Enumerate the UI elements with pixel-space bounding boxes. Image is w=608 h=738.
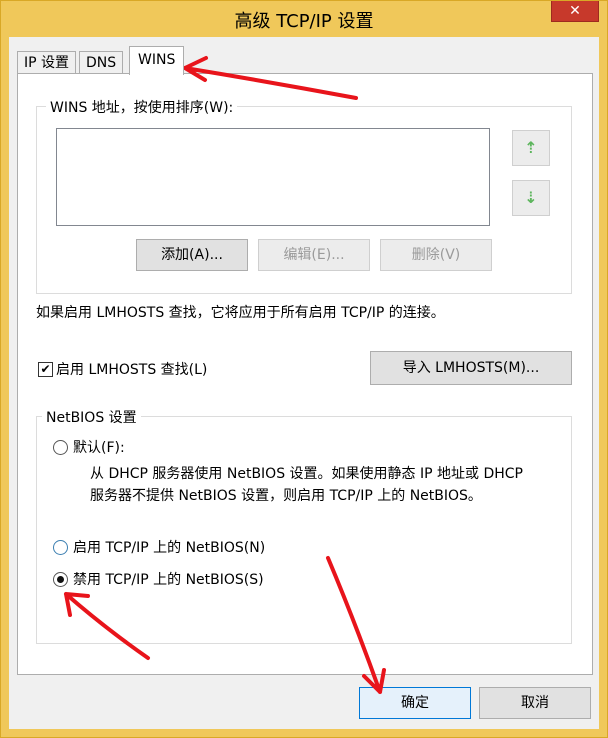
- dialog-client-area: IP 设置 DNS WINS WINS 地址，按使用排序(W): ⇡ ⇣ 添加(…: [9, 37, 599, 729]
- close-icon: ✕: [569, 3, 581, 19]
- ok-button[interactable]: 确定: [359, 687, 471, 719]
- arrow-up-icon: ⇡: [524, 138, 538, 157]
- netbios-default-radio[interactable]: [53, 440, 68, 455]
- lmhosts-checkbox-label[interactable]: 启用 LMHOSTS 查找(L): [56, 359, 207, 379]
- check-icon: ✔: [40, 362, 51, 376]
- netbios-default-description: 从 DHCP 服务器使用 NetBIOS 设置。如果使用静态 IP 地址或 DH…: [90, 466, 523, 482]
- wins-group-label: WINS 地址，按使用排序(W):: [46, 97, 238, 117]
- netbios-disable-label[interactable]: 禁用 TCP/IP 上的 NetBIOS(S): [73, 569, 264, 589]
- tab-wins[interactable]: WINS: [129, 46, 185, 75]
- cancel-button[interactable]: 取消: [479, 687, 591, 719]
- lmhosts-info-text: 如果启用 LMHOSTS 查找，它将应用于所有启用 TCP/IP 的连接。: [36, 305, 445, 321]
- tab-label: WINS: [138, 52, 176, 68]
- wins-address-list[interactable]: [56, 128, 490, 226]
- close-button[interactable]: ✕: [551, 1, 599, 22]
- tab-ip-settings[interactable]: IP 设置: [17, 51, 77, 74]
- netbios-default-label[interactable]: 默认(F):: [73, 437, 125, 457]
- netbios-enable-label[interactable]: 启用 TCP/IP 上的 NetBIOS(N): [73, 537, 265, 557]
- netbios-group-label: NetBIOS 设置: [42, 407, 141, 427]
- netbios-disable-radio[interactable]: [53, 572, 68, 587]
- tab-label: IP 设置: [24, 55, 70, 71]
- wins-tab-panel: WINS 地址，按使用排序(W): ⇡ ⇣ 添加(A)... 编辑(E)... …: [17, 73, 593, 675]
- move-down-button[interactable]: ⇣: [512, 180, 550, 216]
- edit-wins-button[interactable]: 编辑(E)...: [258, 239, 370, 271]
- tab-label: DNS: [86, 55, 117, 71]
- lmhosts-checkbox[interactable]: ✔: [38, 362, 53, 377]
- remove-wins-button[interactable]: 删除(V): [380, 239, 492, 271]
- dialog-window: 高级 TCP/IP 设置 ✕ IP 设置 DNS WINS WINS 地址，按使…: [0, 0, 608, 738]
- title-bar[interactable]: 高级 TCP/IP 设置 ✕: [1, 1, 607, 37]
- window-title: 高级 TCP/IP 设置: [234, 11, 374, 32]
- arrow-down-icon: ⇣: [524, 188, 538, 207]
- add-wins-button[interactable]: 添加(A)...: [136, 239, 248, 271]
- tab-dns[interactable]: DNS: [79, 51, 124, 74]
- netbios-enable-radio[interactable]: [53, 540, 68, 555]
- netbios-default-description-2: 服务器不提供 NetBIOS 设置，则启用 TCP/IP 上的 NetBIOS。: [90, 488, 482, 504]
- move-up-button[interactable]: ⇡: [512, 130, 550, 166]
- import-lmhosts-button[interactable]: 导入 LMHOSTS(M)...: [370, 351, 572, 385]
